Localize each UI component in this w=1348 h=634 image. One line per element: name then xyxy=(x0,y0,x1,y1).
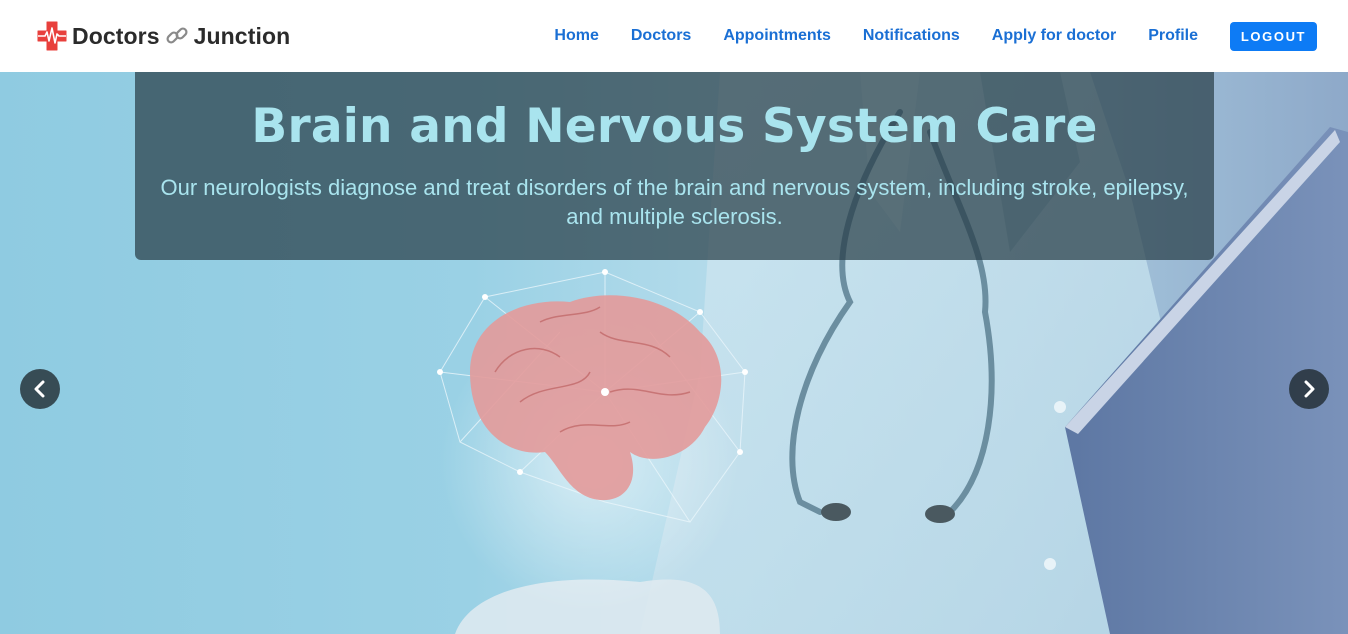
nav-link-apply-for-doctor[interactable]: Apply for doctor xyxy=(992,27,1116,45)
link-icon xyxy=(166,27,188,44)
nav-link-notifications[interactable]: Notifications xyxy=(863,27,960,45)
brand-name-left: Doctors xyxy=(72,22,160,49)
brand-name-right: Junction xyxy=(193,22,291,49)
nav-links: Home Doctors Appointments Notifications … xyxy=(554,21,1317,51)
nav-link-doctors[interactable]: Doctors xyxy=(631,27,691,45)
nav-link-home[interactable]: Home xyxy=(554,27,598,45)
hero-title: Brain and Nervous System Care xyxy=(251,99,1098,154)
nav-link-appointments[interactable]: Appointments xyxy=(723,27,831,45)
logout-button[interactable]: LOGOUT xyxy=(1230,21,1317,51)
navbar: Doctors Junction Home Doctors Appointmen… xyxy=(0,0,1348,72)
nav-link-profile[interactable]: Profile xyxy=(1148,27,1198,45)
hero-carousel: Brain and Nervous System Care Our neurol… xyxy=(0,72,1348,634)
chevron-left-icon xyxy=(34,380,45,398)
brand[interactable]: Doctors Junction xyxy=(36,0,290,72)
hero-caption: Brain and Nervous System Care Our neurol… xyxy=(135,72,1214,260)
chevron-right-icon xyxy=(1304,380,1315,398)
carousel-next-button[interactable] xyxy=(1289,369,1329,409)
medical-cross-icon xyxy=(37,21,67,51)
hero-description: Our neurologists diagnose and treat diso… xyxy=(160,175,1189,229)
carousel-prev-button[interactable] xyxy=(20,369,60,409)
